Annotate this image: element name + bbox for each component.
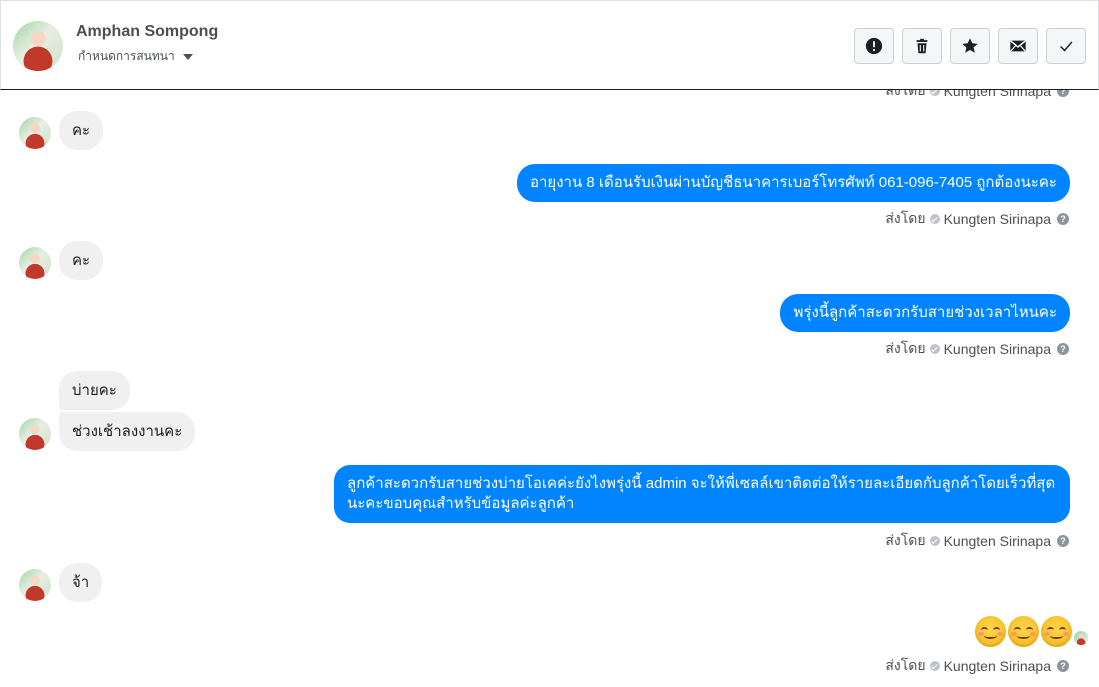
sent-by-line: ส่งโดย Kungten Sirinapa ? <box>885 530 1069 552</box>
sent-by-prefix: ส่งโดย <box>885 210 926 226</box>
contact-avatar-small[interactable] <box>19 117 51 149</box>
verified-check-icon <box>929 536 940 546</box>
smiling-face-icon <box>1041 616 1072 647</box>
conversation-label-text: กำหนดการสนทนา <box>78 49 175 63</box>
contact-avatar-small[interactable] <box>19 418 51 450</box>
sent-by-prefix: ส่งโดย <box>885 340 926 356</box>
star-button[interactable] <box>950 28 990 64</box>
sent-by-prefix: ส่งโดย <box>885 90 926 98</box>
incoming-message[interactable]: ช่วงเช้าลงงานคะ <box>59 412 196 451</box>
smiling-face-icon <box>975 616 1006 647</box>
verified-check-icon <box>929 214 940 224</box>
contact-avatar-small[interactable] <box>19 569 51 601</box>
verified-check-icon <box>929 344 940 354</box>
smiling-face-icon <box>1008 616 1039 647</box>
sent-by-name[interactable]: Kungten Sirinapa <box>944 341 1051 357</box>
sent-by-prefix: ส่งโดย <box>885 532 926 548</box>
sent-by-line: ส่งโดย Kungten Sirinapa ? <box>885 90 1069 102</box>
conversation-label-dropdown[interactable]: กำหนดการสนทนา <box>78 47 193 66</box>
envelope-icon <box>1010 40 1026 52</box>
sent-by-name[interactable]: Kungten Sirinapa <box>944 211 1051 227</box>
help-icon[interactable]: ? <box>1057 90 1069 97</box>
sent-by-name[interactable]: Kungten Sirinapa <box>944 658 1051 674</box>
exclamation-icon <box>865 37 883 55</box>
outgoing-message[interactable]: พรุ่งนี้ลูกค้าสะดวกรับสายช่วงเวลาไหนคะ <box>780 294 1070 332</box>
contact-avatar[interactable] <box>13 21 63 71</box>
mark-unread-button[interactable] <box>998 28 1038 64</box>
contact-avatar-small[interactable] <box>19 247 51 279</box>
help-icon[interactable]: ? <box>1057 213 1069 225</box>
incoming-message[interactable]: คะ <box>59 111 104 150</box>
help-icon[interactable]: ? <box>1057 535 1069 547</box>
conversation-header: Amphan Sompong กำหนดการสนทนา <box>0 0 1099 90</box>
verified-check-icon <box>929 661 940 671</box>
sent-by-name[interactable]: Kungten Sirinapa <box>944 90 1051 99</box>
verified-check-icon <box>929 90 940 96</box>
mark-done-button[interactable] <box>1046 28 1086 64</box>
delete-button[interactable] <box>902 28 942 64</box>
outgoing-message[interactable]: อายุงาน 8 เดือนรับเงินผ่านบัญชีธนาคารเบอ… <box>516 164 1070 202</box>
report-button[interactable] <box>854 28 894 64</box>
incoming-message[interactable]: บ่ายคะ <box>59 371 130 410</box>
checkmark-icon <box>1060 41 1073 52</box>
trash-icon <box>916 38 928 54</box>
help-icon[interactable]: ? <box>1057 343 1069 355</box>
contact-name[interactable]: Amphan Sompong <box>76 23 218 41</box>
star-icon <box>962 38 978 53</box>
sent-by-name[interactable]: Kungten Sirinapa <box>944 533 1051 549</box>
seen-avatar <box>1074 631 1088 645</box>
outgoing-emoji-message[interactable] <box>975 616 1072 647</box>
message-thread[interactable]: ส่งโดย Kungten Sirinapa ? คะ อายุงาน 8 เ… <box>0 90 1099 687</box>
incoming-message[interactable]: จ้า <box>59 563 103 602</box>
help-icon[interactable]: ? <box>1057 660 1069 672</box>
sent-by-prefix: ส่งโดย <box>885 657 926 673</box>
sent-by-line: ส่งโดย Kungten Sirinapa ? <box>885 208 1069 230</box>
incoming-message[interactable]: คะ <box>59 241 104 280</box>
sent-by-line: ส่งโดย Kungten Sirinapa ? <box>885 655 1069 677</box>
caret-down-icon <box>182 53 193 60</box>
sent-by-line: ส่งโดย Kungten Sirinapa ? <box>885 338 1069 360</box>
outgoing-message[interactable]: ลูกค้าสะดวกรับสายช่วงบ่ายโอเคค่ะยังไงพรุ… <box>334 465 1070 523</box>
